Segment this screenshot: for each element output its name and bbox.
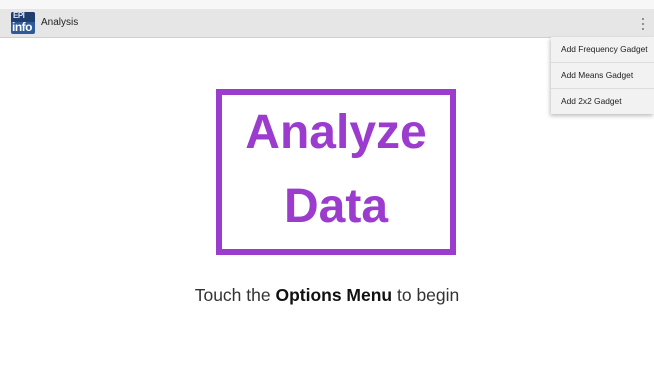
instruction-text: Touch the Options Menu to begin <box>0 285 654 306</box>
options-menu: Add Frequency Gadget Add Means Gadget Ad… <box>551 37 654 114</box>
app-icon-text-bottom: info <box>12 20 33 34</box>
status-bar <box>0 0 654 9</box>
instruction-prefix: Touch the <box>194 285 276 305</box>
menu-item-add-means-gadget[interactable]: Add Means Gadget <box>551 63 654 89</box>
instruction-suffix: to begin <box>392 285 460 305</box>
action-bar: EPI info Analysis <box>0 9 654 38</box>
analyze-data-logo: Analyze Data <box>216 89 456 255</box>
overflow-menu-icon[interactable] <box>636 14 650 34</box>
logo-line-2: Data <box>283 180 389 233</box>
logo-line-1: Analyze <box>245 106 427 159</box>
app-icon-text-top: EPI <box>13 12 25 20</box>
epi-info-app-icon[interactable]: EPI info <box>11 12 35 34</box>
page-title: Analysis <box>41 17 79 28</box>
menu-item-add-frequency-gadget[interactable]: Add Frequency Gadget <box>551 37 654 63</box>
instruction-options-menu: Options Menu <box>275 285 393 305</box>
menu-item-add-2x2-gadget[interactable]: Add 2x2 Gadget <box>551 89 654 114</box>
